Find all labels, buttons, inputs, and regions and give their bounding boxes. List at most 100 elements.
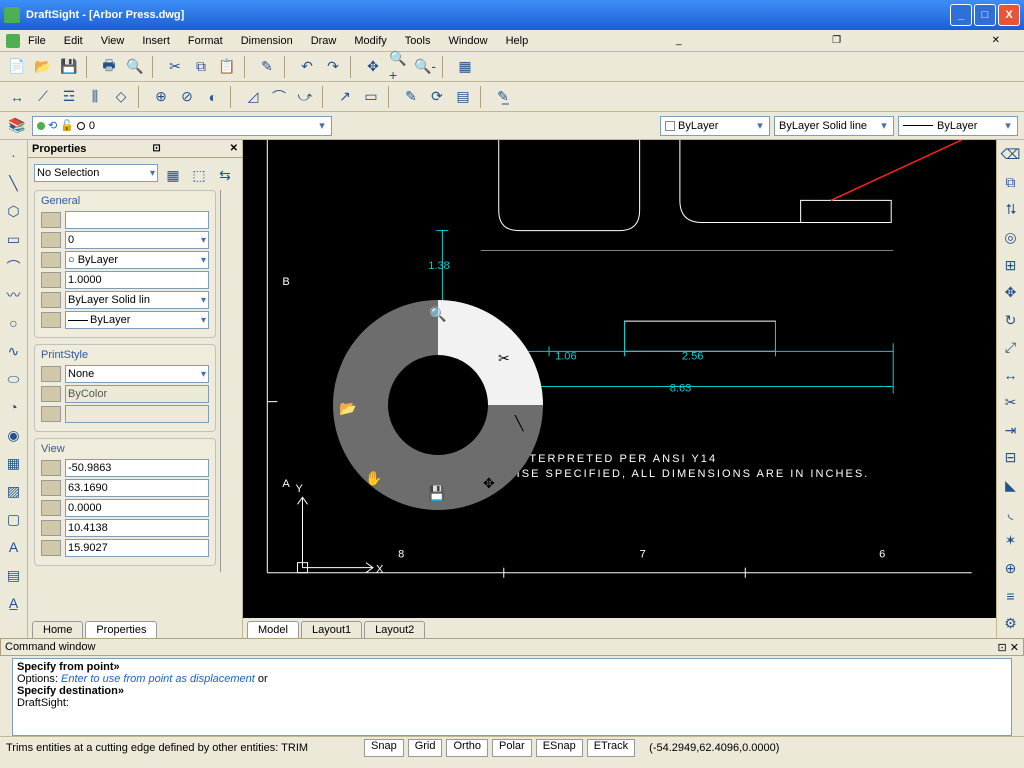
menu-insert[interactable]: Insert bbox=[142, 35, 170, 47]
zoom-in-button[interactable]: 🔍+ bbox=[388, 56, 410, 78]
tab-layout1[interactable]: Layout1 bbox=[301, 621, 362, 638]
mdi-close[interactable]: ✕ bbox=[992, 35, 1000, 46]
mirror-icon[interactable]: ⮁ bbox=[1000, 199, 1022, 221]
print-preview-button[interactable]: 🔍 bbox=[124, 56, 146, 78]
move-icon[interactable]: ✥ bbox=[1000, 282, 1022, 304]
radial-trim-icon[interactable]: ✂ bbox=[498, 350, 518, 370]
stretch-icon[interactable]: ↔ bbox=[1000, 365, 1022, 387]
table-icon[interactable]: ▤ bbox=[3, 564, 25, 586]
dim-diameter-icon[interactable]: ⊘ bbox=[176, 86, 198, 108]
menu-dimension[interactable]: Dimension bbox=[241, 35, 293, 47]
ellipse-icon[interactable]: ⬭ bbox=[3, 368, 25, 390]
menu-file[interactable]: File bbox=[28, 35, 46, 47]
lineweight-combo[interactable]: ByLayer ▾ bbox=[898, 116, 1018, 136]
dim-update-icon[interactable]: ⟳ bbox=[426, 86, 448, 108]
break-icon[interactable]: ⊟ bbox=[1000, 447, 1022, 469]
offset-icon[interactable]: ◎ bbox=[1000, 227, 1022, 249]
hatch-icon[interactable]: ▨ bbox=[3, 480, 25, 502]
prop-linecolor[interactable]: ○ ByLayer▾ bbox=[65, 251, 209, 269]
menu-draw[interactable]: Draw bbox=[311, 35, 337, 47]
tab-home[interactable]: Home bbox=[32, 621, 83, 638]
selection-combo[interactable]: No Selection ▾ bbox=[34, 164, 158, 182]
dim-aligned-icon[interactable]: ⟋ bbox=[32, 86, 54, 108]
dim-ordinate-icon[interactable]: ◇ bbox=[110, 86, 132, 108]
array-icon[interactable]: ⊞ bbox=[1000, 254, 1022, 276]
dim-override-icon[interactable]: ✎̲ bbox=[492, 86, 514, 108]
polyline-icon[interactable]: 〰 bbox=[3, 284, 25, 306]
fillet-icon[interactable]: ◟ bbox=[1000, 502, 1022, 524]
polygon-icon[interactable]: ⬡ bbox=[3, 200, 25, 222]
view-z[interactable]: 0.0000 bbox=[65, 499, 209, 517]
view-w[interactable]: 15.9027 bbox=[65, 539, 209, 557]
radial-move-icon[interactable]: ✥ bbox=[483, 475, 503, 495]
drawing-canvas[interactable]: B A 8 7 6 Y X bbox=[243, 140, 996, 618]
view-x[interactable]: -50.9863 bbox=[65, 459, 209, 477]
dim-arc-icon[interactable]: ⌒ bbox=[268, 86, 290, 108]
mtext-icon[interactable]: A̲ bbox=[3, 592, 25, 614]
options-button[interactable]: ▦ bbox=[454, 56, 476, 78]
prop-linetype[interactable]: ByLayer Solid lin▾ bbox=[65, 291, 209, 309]
prop-layer[interactable]: 0▾ bbox=[65, 231, 209, 249]
command-close-icon[interactable]: ✕ bbox=[1007, 641, 1019, 654]
dim-jog-icon[interactable]: ⤻ bbox=[294, 86, 316, 108]
dim-angular-icon[interactable]: ◿ bbox=[242, 86, 264, 108]
dim-edit-icon[interactable]: ✎ bbox=[400, 86, 422, 108]
region-icon[interactable]: ▢ bbox=[3, 508, 25, 530]
undo-button[interactable]: ↶ bbox=[296, 56, 318, 78]
spline-icon[interactable]: ∿ bbox=[3, 340, 25, 362]
redo-button[interactable]: ↷ bbox=[322, 56, 344, 78]
chevron-down-icon[interactable]: ▾ bbox=[315, 119, 329, 132]
menu-modify[interactable]: Modify bbox=[354, 35, 386, 47]
etrack-toggle[interactable]: ETrack bbox=[587, 739, 635, 757]
quickselect-icon[interactable]: ▦ bbox=[162, 164, 184, 186]
tab-layout2[interactable]: Layout2 bbox=[364, 621, 425, 638]
view-h[interactable]: 10.4138 bbox=[65, 519, 209, 537]
zoom-out-button[interactable]: 🔍- bbox=[414, 56, 436, 78]
toggle-icon[interactable]: ⇆ bbox=[214, 164, 236, 186]
paste-button[interactable]: 📋 bbox=[216, 56, 238, 78]
prop-scale[interactable]: 1.0000 bbox=[65, 271, 209, 289]
extend-icon[interactable]: ⇥ bbox=[1000, 420, 1022, 442]
radial-open-icon[interactable]: 📂 bbox=[339, 400, 359, 420]
view-y[interactable]: 63.1690 bbox=[65, 479, 209, 497]
menu-format[interactable]: Format bbox=[188, 35, 223, 47]
esnap-toggle[interactable]: ESnap bbox=[536, 739, 583, 757]
pencil-button[interactable]: ✎ bbox=[256, 56, 278, 78]
panel-close-icon[interactable]: ✕ bbox=[227, 143, 238, 154]
new-button[interactable]: 📄 bbox=[6, 56, 28, 78]
explode-icon[interactable]: ✶ bbox=[1000, 530, 1022, 552]
dim-continue-icon[interactable]: ⫼ bbox=[84, 86, 106, 108]
ellipse-arc-icon[interactable]: ◔ bbox=[3, 396, 25, 418]
pan-button[interactable]: ✥ bbox=[362, 56, 384, 78]
layer-manager-icon[interactable]: 📚 bbox=[6, 115, 28, 137]
linetype-combo[interactable]: ByLayer Solid line ▾ bbox=[774, 116, 894, 136]
leader-icon[interactable]: ↗ bbox=[334, 86, 356, 108]
polar-toggle[interactable]: Polar bbox=[492, 739, 532, 757]
trim-icon[interactable]: ✂ bbox=[1000, 392, 1022, 414]
tolerance-icon[interactable]: ▭ bbox=[360, 86, 382, 108]
prop-printstyle[interactable]: None▾ bbox=[65, 365, 209, 383]
donut-icon[interactable]: ◉ bbox=[3, 424, 25, 446]
text-icon[interactable]: A bbox=[3, 536, 25, 558]
select-icon[interactable]: ⬚ bbox=[188, 164, 210, 186]
erase-icon[interactable]: ⌫ bbox=[1000, 144, 1022, 166]
menu-help[interactable]: Help bbox=[506, 35, 529, 47]
block-icon[interactable]: ▦ bbox=[3, 452, 25, 474]
layer-combo[interactable]: ⟲ 🔓 0 ▾ bbox=[32, 116, 332, 136]
prop-empty[interactable] bbox=[65, 211, 209, 229]
chamfer-icon[interactable]: ◣ bbox=[1000, 475, 1022, 497]
props-icon[interactable]: ⚙ bbox=[1000, 613, 1022, 635]
radial-line-icon[interactable]: ╲ bbox=[515, 415, 535, 435]
cut-button[interactable]: ✂ bbox=[164, 56, 186, 78]
radial-zoom-icon[interactable]: 🔍 bbox=[429, 306, 449, 326]
scale-icon[interactable]: ⤢ bbox=[1000, 337, 1022, 359]
arc-icon[interactable]: ⌒ bbox=[3, 256, 25, 278]
menu-window[interactable]: Window bbox=[448, 35, 487, 47]
tab-model[interactable]: Model bbox=[247, 621, 299, 638]
grid-toggle[interactable]: Grid bbox=[408, 739, 443, 757]
ortho-toggle[interactable]: Ortho bbox=[446, 739, 488, 757]
dim-linear-icon[interactable]: ↔ bbox=[6, 86, 28, 108]
rotate-icon[interactable]: ↻ bbox=[1000, 309, 1022, 331]
dim-center-icon[interactable]: ⊕ bbox=[150, 86, 172, 108]
point-icon[interactable]: · bbox=[3, 144, 25, 166]
